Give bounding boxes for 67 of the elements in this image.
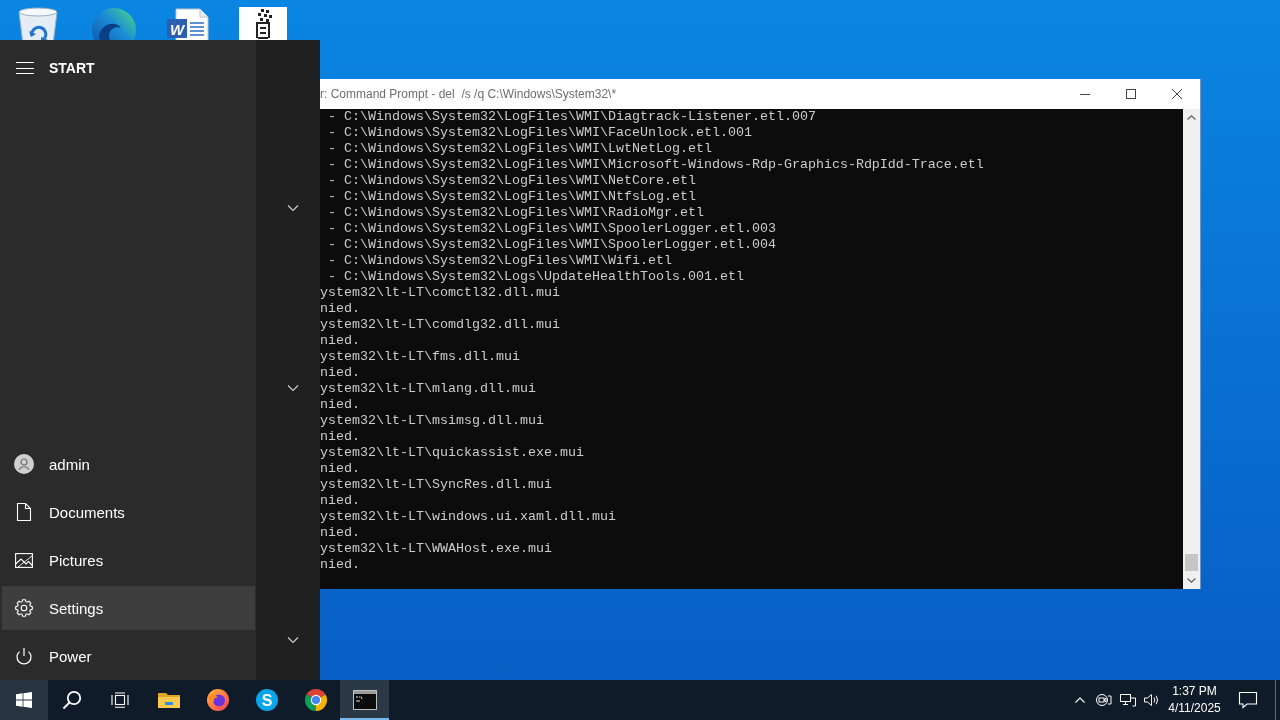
console-line: nied. xyxy=(320,429,360,445)
menu-icon[interactable] xyxy=(16,62,34,74)
console-line: ystem32\lt-LT\fms.dll.mui xyxy=(320,349,520,365)
scrollbar[interactable] xyxy=(1183,109,1200,589)
start-button[interactable] xyxy=(0,680,48,720)
console-line: nied. xyxy=(320,365,360,381)
video-camera-icon[interactable] xyxy=(1096,693,1112,707)
user-avatar-icon xyxy=(14,454,34,474)
chevron-down-icon[interactable] xyxy=(287,636,299,644)
chevron-down-icon[interactable] xyxy=(287,384,299,392)
network-icon[interactable] xyxy=(1120,693,1136,707)
console-line: ystem32\lt-LT\mlang.dll.mui xyxy=(320,381,536,397)
notification-icon[interactable] xyxy=(1238,691,1258,709)
console-line: - C:\Windows\System32\LogFiles\WMI\Wifi.etl xyxy=(327,253,672,269)
console-line: - C:\Windows\System32\LogFiles\WMI\SpoolerLogger.etl.004 xyxy=(327,237,776,253)
start-menu-item[interactable]: Pictures xyxy=(2,538,255,582)
picture-icon xyxy=(15,552,33,568)
close-icon[interactable] xyxy=(1172,89,1182,99)
fox-globe-icon[interactable] xyxy=(205,688,230,712)
console-line: ystem32\lt-LT\WWAHost.exe.mui xyxy=(320,541,552,557)
console-line: nied. xyxy=(320,461,360,477)
search-icon[interactable] xyxy=(62,690,82,710)
window-title: r: Command Prompt - del /s /q C:\Windows\System32\* xyxy=(320,87,618,101)
maximize-icon[interactable] xyxy=(1126,89,1136,99)
console-line: ystem32\lt-LT\quickassist.exe.mui xyxy=(320,445,584,461)
console-line: nied. xyxy=(320,525,360,541)
folder-icon[interactable] xyxy=(156,690,181,710)
clock-button[interactable]: 1:37 PM 4/11/2025 xyxy=(1164,680,1225,720)
power-icon xyxy=(15,646,33,666)
windows-logo-icon[interactable] xyxy=(16,692,32,708)
settings-icon xyxy=(15,599,33,617)
console-line: ystem32\lt-LT\windows.ui.xaml.dll.mui xyxy=(320,509,616,525)
console-line: - C:\Windows\System32\LogFiles\WMI\FaceUnlock.etl.001 xyxy=(327,125,752,141)
scroll-up-icon[interactable] xyxy=(1187,115,1196,120)
taskbar-app-button[interactable] xyxy=(340,680,389,720)
terminal-icon[interactable] xyxy=(352,690,377,710)
console-line: - C:\Windows\System32\LogFiles\WMI\NetCore.etl xyxy=(327,173,696,189)
task-view-icon[interactable] xyxy=(111,692,129,708)
console-line: - C:\Windows\System32\LogFiles\WMI\LwtNetLog.etl xyxy=(327,141,712,157)
start-menu-item[interactable]: Power xyxy=(2,634,255,678)
console-line: nied. xyxy=(320,301,360,317)
ring-logo-icon[interactable] xyxy=(303,688,328,712)
console-line: - C:\Windows\System32\LogFiles\WMI\SpoolerLogger.etl.003 xyxy=(327,221,776,237)
console-line: ystem32\lt-LT\comctl32.dll.mui xyxy=(320,285,560,301)
start-menu-item[interactable]: Documents xyxy=(2,490,255,534)
console-line: nied. xyxy=(320,557,360,573)
expand-button[interactable]: START xyxy=(0,44,101,92)
chevron-up-icon[interactable] xyxy=(1075,697,1085,703)
console-line: ystem32\lt-LT\msimsg.dll.mui xyxy=(320,413,544,429)
scroll-down-icon[interactable] xyxy=(1187,578,1196,583)
console-line: - C:\Windows\System32\Logs\UpdateHealthTools.001.etl xyxy=(327,269,744,285)
console-line: - C:\Windows\System32\LogFiles\WMI\RadioMgr.etl xyxy=(327,205,704,221)
console-line: ystem32\lt-LT\comdlg32.dll.mui xyxy=(320,317,560,333)
chevron-down-icon[interactable] xyxy=(287,204,299,212)
console-line: - C:\Windows\System32\LogFiles\WMI\NtfsLog.etl xyxy=(327,189,696,205)
console-line: ystem32\lt-LT\SyncRes.dll.mui xyxy=(320,477,552,493)
document-icon xyxy=(16,502,32,522)
console-line: - C:\Windows\System32\LogFiles\WMI\Microsoft-Windows-Rdp-Graphics-RdpIdd-Trace.etl xyxy=(327,157,984,173)
start-menu-item[interactable]: admin xyxy=(2,442,255,486)
console-line: nied. xyxy=(320,397,360,413)
console-line: nied. xyxy=(320,493,360,509)
scrollbar-thumb[interactable] xyxy=(1185,554,1198,571)
console-line: - C:\Windows\System32\LogFiles\WMI\Diagtrack-Listener.etl.007 xyxy=(327,109,816,125)
volume-icon[interactable] xyxy=(1144,693,1160,707)
pixel-art-icon[interactable] xyxy=(238,6,287,40)
console-line: nied. xyxy=(320,333,360,349)
start-menu-item[interactable]: Settings xyxy=(2,586,255,630)
